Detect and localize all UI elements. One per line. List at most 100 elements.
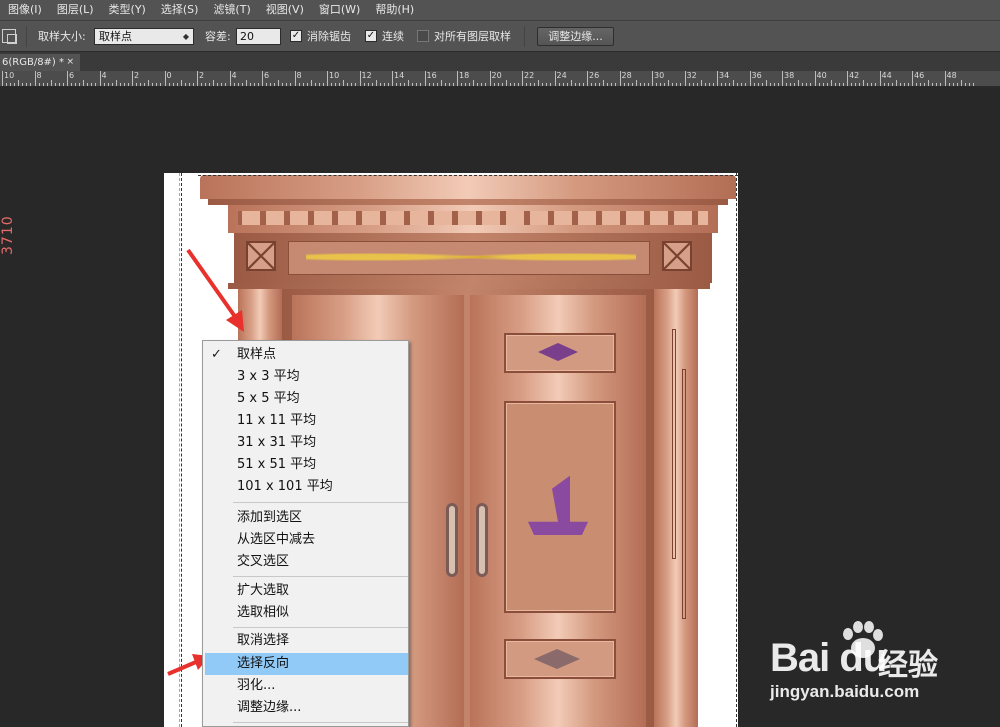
ruler-minor-tick [826,83,828,86]
menu-type[interactable]: 类型(Y) [101,0,153,20]
ruler-label: 34 [719,71,730,80]
menu-item-101x101-average[interactable]: 101 x 101 平均 [203,476,408,498]
ruler-minor-tick [314,83,316,86]
ruler-minor-tick [26,83,28,86]
ruler-minor-tick [62,83,64,86]
ruler-minor-tick [599,83,601,86]
menu-item-51x51-average[interactable]: 51 x 51 平均 [203,454,408,476]
ruler-minor-tick [960,80,962,86]
ruler-minor-tick [127,83,129,86]
watermark-url: jingyan.baidu.com [770,682,920,701]
ruler-minor-tick [148,80,150,86]
document-tab[interactable]: 6(RGB/8#) * × [0,54,80,71]
ruler-minor-tick [79,83,81,86]
ruler-minor-tick [635,80,637,86]
ruler-minor-tick [213,80,215,86]
ruler-minor-tick [842,83,844,86]
menu-image[interactable]: 图像(I) [0,0,49,20]
ruler-minor-tick [50,80,52,86]
ruler-minor-tick [615,83,617,86]
check-icon: ✓ [211,347,222,362]
menu-item-label: 取样点 [237,347,277,362]
menu-item-label: 5 x 5 平均 [237,391,300,406]
menu-separator [233,627,408,628]
menu-item-11x11-average[interactable]: 11 x 11 平均 [203,410,408,432]
ruler-minor-tick [115,80,117,86]
ruler-minor-tick [964,83,966,86]
ruler-minor-tick [58,83,60,86]
ruler-minor-tick [790,83,792,86]
ruler-minor-tick [582,83,584,86]
tolerance-input[interactable]: 20 [236,28,281,45]
sample-size-select[interactable]: 取样点 ◆ [94,28,194,45]
refine-edge-button[interactable]: 调整边缘... [537,27,614,46]
ruler-minor-tick [225,83,227,86]
contiguous-checkbox[interactable]: ✓ [365,30,377,42]
menu-item-point-sample[interactable]: ✓ 取样点 [203,344,408,366]
ruler-minor-tick [631,83,633,86]
selection-border [736,173,737,727]
menu-filter[interactable]: 滤镜(T) [205,0,257,20]
ruler-minor-tick [14,83,16,86]
ruler-minor-tick [753,83,755,86]
horizontal-ruler[interactable]: 10 8 6 4 2 0 2 4 6 8 10 12 14 16 18 20 22 24 26 28 30 32 34 36 3… [0,71,1000,87]
ruler-minor-tick [692,83,694,86]
ruler-label: 26 [589,71,600,80]
menu-layer[interactable]: 图层(L) [49,0,101,20]
ruler-minor-tick [249,83,251,86]
ruler-minor-tick [786,83,788,86]
selection-mode-icon[interactable] [2,29,17,44]
menu-item-grow[interactable]: 扩大选取 [203,580,408,602]
ruler-minor-tick [71,83,73,86]
menu-item-intersect-selection[interactable]: 交叉选区 [203,551,408,573]
ruler-minor-tick [595,83,597,86]
ruler-minor-tick [566,83,568,86]
ruler-minor-tick [603,80,605,86]
menu-item-31x31-average[interactable]: 31 x 31 平均 [203,432,408,454]
menu-item-similar[interactable]: 选取相似 [203,602,408,624]
ruler-minor-tick [721,83,723,86]
ruler-minor-tick [448,83,450,86]
ruler-minor-tick [765,80,767,86]
menu-item-deselect[interactable]: 取消选择 [203,630,408,652]
options-separator [524,26,525,47]
menu-item-add-to-selection[interactable]: 添加到选区 [203,507,408,529]
all-layers-checkbox[interactable] [417,30,429,42]
menu-select[interactable]: 选择(S) [153,0,206,20]
menu-item-label: 添加到选区 [237,510,303,525]
menu-help[interactable]: 帮助(H) [367,0,421,20]
ruler-minor-tick [343,80,345,86]
menu-item-select-inverse[interactable]: 选择反向 [205,653,408,675]
ruler-minor-tick [924,83,926,86]
ruler-minor-tick [936,83,938,86]
ruler-minor-tick [741,83,743,86]
menu-item-refine-edge[interactable]: 调整边缘... [203,697,408,719]
document-tab-bar: 6(RGB/8#) * × [0,52,1000,71]
ruler-label: 38 [784,71,795,80]
menu-item-subtract-from-selection[interactable]: 从选区中减去 [203,529,408,551]
ruler-minor-tick [643,83,645,86]
menu-window[interactable]: 窗口(W) [311,0,367,20]
ruler-minor-tick [680,83,682,86]
ruler-label: 8 [296,71,302,80]
ruler-minor-tick [367,83,369,86]
ruler-minor-tick [335,83,337,86]
ruler-minor-tick [103,83,105,86]
menu-view[interactable]: 视图(V) [258,0,311,20]
baidu-jingyan-watermark: Bai du 经验 jingyan.baidu.com [760,618,1000,718]
menu-item-3x3-average[interactable]: 3 x 3 平均 [203,366,408,388]
antialias-checkbox[interactable]: ✓ [290,30,302,42]
ruler-minor-tick [123,83,125,86]
dimension-line [179,173,180,727]
close-icon[interactable]: × [66,54,74,71]
menu-item-feather[interactable]: 羽化... [203,675,408,697]
ruler-minor-tick [505,80,507,86]
menu-item-5x5-average[interactable]: 5 x 5 平均 [203,388,408,410]
ruler-minor-tick [757,83,759,86]
ruler-label: 16 [426,71,437,80]
ruler-minor-tick [546,83,548,86]
sample-size-value: 取样点 [99,30,132,43]
ruler-minor-tick [347,83,349,86]
ruler-minor-tick [526,83,528,86]
ruler-minor-tick [412,83,414,86]
